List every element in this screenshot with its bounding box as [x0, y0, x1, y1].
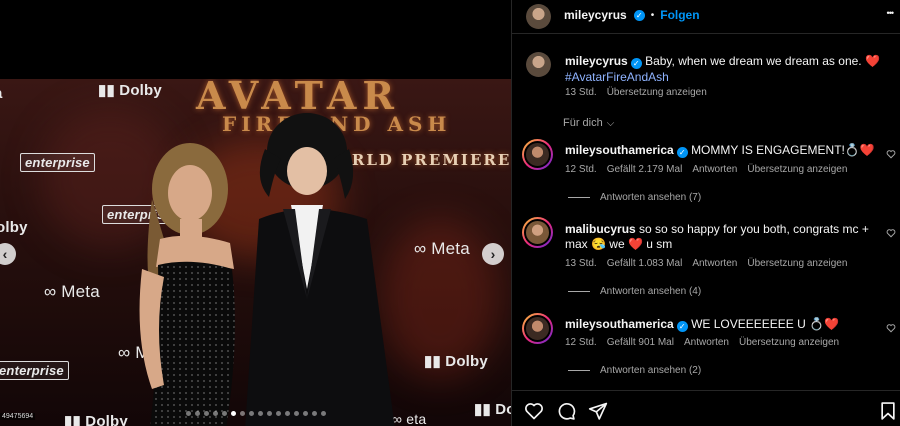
comment-username[interactable]: mileysouthamerica [565, 317, 674, 331]
verified-badge-icon: ✓ [676, 321, 688, 332]
reply-button[interactable]: Antworten [692, 258, 737, 269]
like-heart-icon[interactable] [524, 401, 544, 421]
separator: • [650, 9, 655, 21]
comment-likes[interactable]: Gefällt 1.083 Mal [607, 258, 683, 269]
post-photo: AVATAR FIRE AND ASH WORLD PREMIERE ▮▮ Do… [0, 79, 511, 426]
replies-line [568, 291, 590, 292]
post-header: mileycyrus ✓ • Folgen ••• [512, 0, 900, 33]
comment-likes[interactable]: Gefällt 901 Mal [607, 337, 674, 348]
comment-meta: 12 Std. Gefällt 901 Mal Antworten Überse… [565, 337, 839, 348]
carousel-dot [275, 411, 281, 416]
view-replies-button[interactable]: Antworten ansehen (4) [568, 286, 701, 297]
carousel-dot [203, 411, 209, 416]
heart-outline-icon[interactable] [886, 149, 896, 159]
more-options-icon[interactable]: ••• [887, 8, 895, 18]
carousel-dot [194, 411, 200, 416]
caption-meta: 13 Std. Übersetzung anzeigen [565, 87, 707, 98]
author-avatar[interactable] [526, 4, 551, 29]
author-username[interactable]: mileycyrus [564, 8, 627, 22]
commenter-avatar[interactable] [522, 139, 553, 170]
comment-time[interactable]: 13 Std. [565, 258, 597, 269]
verified-badge-icon: ✓ [630, 58, 642, 69]
comment-text: MOMMY IS ENGAGEMENT!💍❤️ [691, 143, 875, 157]
comment-username[interactable]: mileysouthamerica [565, 143, 674, 157]
caption-translate-link[interactable]: Übersetzung anzeigen [607, 87, 707, 98]
bookmark-icon[interactable] [878, 401, 898, 421]
comment-icon[interactable] [556, 401, 576, 421]
meta-logo: ∞ Meta [44, 282, 100, 301]
follow-button[interactable]: Folgen [660, 8, 699, 22]
reply-button[interactable]: Antworten [684, 337, 729, 348]
enterprise-logo: enterprise [20, 153, 95, 172]
post-media: AVATAR FIRE AND ASH WORLD PREMIERE ▮▮ Do… [0, 0, 511, 426]
previous-image-button[interactable]: ‹ [0, 243, 16, 265]
replies-line [568, 197, 590, 198]
carousel-dot [185, 411, 191, 416]
comment-time[interactable]: 12 Std. [565, 337, 597, 348]
person-man [245, 113, 395, 426]
translate-link[interactable]: Übersetzung anzeigen [747, 164, 847, 175]
carousel-dot [230, 411, 236, 416]
view-replies-label: Antworten ansehen (2) [600, 365, 702, 376]
verified-badge-icon: ✓ [633, 9, 645, 21]
next-image-button[interactable]: › [482, 243, 504, 265]
view-replies-button[interactable]: Antworten ansehen (7) [568, 192, 701, 203]
post-details-panel: mileycyrus ✓ • Folgen ••• mileycyrus ✓ Ba… [511, 0, 900, 426]
caption-username[interactable]: mileycyrus [565, 54, 628, 68]
commenter-avatar[interactable] [522, 217, 553, 248]
comment-likes[interactable]: Gefällt 2.179 Mal [607, 164, 683, 175]
translate-link[interactable]: Übersetzung anzeigen [747, 258, 847, 269]
sort-label: Für dich [563, 117, 603, 129]
carousel-dot [284, 411, 290, 416]
dolby-logo: olby [0, 219, 28, 236]
chevron-down-icon: ⌵ [606, 117, 615, 129]
carousel-dot [212, 411, 218, 416]
meta-logo: ∞ Meta [414, 239, 470, 258]
view-replies-button[interactable]: Antworten ansehen (2) [568, 365, 701, 376]
heart-outline-icon[interactable] [886, 323, 896, 333]
share-icon[interactable] [588, 401, 608, 421]
dolby-logo: a [0, 85, 3, 102]
verified-badge-icon: ✓ [676, 147, 688, 158]
caption-avatar[interactable] [526, 52, 551, 77]
carousel-indicator [0, 411, 511, 416]
carousel-dot [311, 411, 317, 416]
comment-meta: 13 Std. Gefällt 1.083 Mal Antworten Über… [565, 258, 847, 269]
enterprise-logo: enterprise [0, 361, 69, 380]
caption-time[interactable]: 13 Std. [565, 87, 597, 98]
replies-line [568, 370, 590, 371]
carousel-dot [257, 411, 263, 416]
carousel-dot [248, 411, 254, 416]
caption-hashtag[interactable]: #AvatarFireAndAsh [565, 70, 669, 84]
post-action-bar [512, 390, 900, 426]
translate-link[interactable]: Übersetzung anzeigen [739, 337, 839, 348]
heart-outline-icon[interactable] [886, 228, 896, 238]
dolby-logo: ▮▮ Dolby [98, 82, 162, 99]
carousel-dot [293, 411, 299, 416]
view-replies-label: Antworten ansehen (4) [600, 286, 702, 297]
carousel-dot [239, 411, 245, 416]
view-replies-label: Antworten ansehen (7) [600, 192, 702, 203]
carousel-dot [221, 411, 227, 416]
comment-time[interactable]: 12 Std. [565, 164, 597, 175]
reply-button[interactable]: Antworten [692, 164, 737, 175]
comment-sort-dropdown[interactable]: Für dich ⌵ [563, 117, 614, 129]
caption-text: Baby, when we dream we dream as one. [645, 54, 862, 68]
commenter-avatar[interactable] [522, 313, 553, 344]
dolby-logo: ▮▮ Dolby [424, 353, 488, 370]
carousel-dot [320, 411, 326, 416]
comment-text: WE LOVEEEEEEE U 💍❤️ [691, 317, 839, 331]
comment-meta: 12 Std. Gefällt 2.179 Mal Antworten Über… [565, 164, 847, 175]
heart-emoji: ❤️ [864, 54, 880, 68]
carousel-dot [266, 411, 272, 416]
header-divider [512, 33, 900, 34]
carousel-dot [302, 411, 308, 416]
comment-username[interactable]: malibucyrus [565, 222, 636, 236]
photo-credit-id: 49475694 [0, 413, 36, 420]
